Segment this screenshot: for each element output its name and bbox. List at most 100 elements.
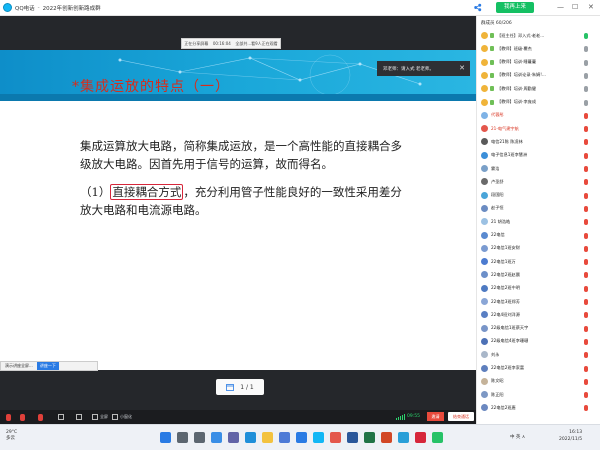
- slide-title: *集成运放的特点（一）: [72, 79, 230, 95]
- photos-icon[interactable]: [398, 432, 409, 443]
- page-indicator[interactable]: 1 / 1: [216, 379, 264, 395]
- share-window-chip[interactable]: 演示讲座全屏... 讲座一下: [0, 361, 98, 371]
- small-window-button[interactable]: 小窗化: [112, 412, 132, 422]
- task-view-icon[interactable]: [194, 432, 205, 443]
- member-name: 【班主任】邓入式·老老...: [497, 32, 545, 38]
- member-row[interactable]: 21 胡浩皓: [477, 215, 600, 228]
- member-row[interactable]: 卢圣舒: [477, 175, 600, 188]
- wechat-icon[interactable]: [432, 432, 443, 443]
- title-separator: -: [37, 4, 40, 11]
- share-label: 正在分享屏幕: [184, 40, 209, 46]
- taskbar-clock[interactable]: 16:13 2022/11/5: [559, 429, 582, 443]
- mic-toggle[interactable]: [6, 412, 11, 422]
- member-mic-icon: [584, 192, 588, 199]
- member-row[interactable]: 【班主任】邓入式·老老...: [477, 29, 600, 42]
- file-explorer-icon[interactable]: [262, 432, 273, 443]
- member-mic-icon: [584, 232, 588, 239]
- maximize-button[interactable]: ☐: [572, 2, 578, 13]
- member-row[interactable]: 赵子恒: [477, 202, 600, 215]
- member-mic-icon: [584, 152, 588, 159]
- member-row[interactable]: 陈正阳: [477, 388, 600, 401]
- fullscreen-button[interactable]: 全屏: [92, 412, 108, 422]
- fullscreen-label: 全屏: [100, 414, 108, 419]
- member-name: 代蓉彤: [491, 112, 504, 118]
- teams-icon[interactable]: [228, 432, 239, 443]
- clock-time: 16:13: [569, 430, 583, 435]
- notification-close-icon[interactable]: ✕: [459, 64, 465, 72]
- member-row[interactable]: 段国阳: [477, 189, 600, 202]
- close-button[interactable]: ✕: [588, 2, 594, 13]
- acrobat-icon[interactable]: [415, 432, 426, 443]
- system-tray[interactable]: 中 英 ∧: [510, 434, 525, 440]
- windows-start-icon[interactable]: [160, 432, 171, 443]
- member-row[interactable]: 22电信2班中明: [477, 282, 600, 295]
- member-mic-icon: [584, 126, 588, 133]
- chat-notification[interactable]: 邓老师：请入式 老老师。 ✕: [377, 61, 470, 76]
- share-screen-button[interactable]: [58, 412, 64, 422]
- member-avatar: [481, 311, 488, 319]
- member-row[interactable]: 22电信: [477, 229, 600, 242]
- member-row[interactable]: 【教师】培训·睡蔓蔓: [477, 56, 600, 69]
- member-mic-icon: [584, 59, 588, 66]
- member-name: 段国阳: [491, 192, 504, 198]
- member-row[interactable]: 【教师】培训论录·朱娟!...: [477, 69, 600, 82]
- member-row[interactable]: 22电4班刘洋源: [477, 308, 600, 321]
- member-row[interactable]: 21-电气建宇航: [477, 122, 600, 135]
- share-status[interactable]: 全部共...看9人正在观看: [235, 41, 277, 47]
- member-mic-icon: [584, 46, 588, 53]
- member-avatar: [481, 138, 488, 146]
- member-name: 电子信息1班李慧洲: [491, 152, 528, 158]
- member-row[interactable]: 22电信1班安财: [477, 242, 600, 255]
- store-icon[interactable]: [279, 432, 290, 443]
- share-icon[interactable]: [473, 3, 482, 12]
- word-icon[interactable]: [347, 432, 358, 443]
- minimize-button[interactable]: —: [557, 2, 564, 13]
- mic-muted-icon: [6, 413, 11, 421]
- member-mic-icon: [584, 272, 588, 279]
- speaker-button[interactable]: [38, 412, 43, 422]
- member-avatar: [481, 404, 488, 412]
- role-badge-icon: [490, 46, 494, 52]
- member-mic-icon: [584, 72, 588, 79]
- share-window-current[interactable]: 讲座一下: [36, 362, 59, 370]
- member-row[interactable]: 22级电信4班李珊珊: [477, 335, 600, 348]
- invite-button[interactable]: 邀请: [427, 412, 444, 421]
- search-icon[interactable]: [177, 432, 188, 443]
- qq-icon[interactable]: [313, 432, 324, 443]
- member-row[interactable]: 陈文昭: [477, 375, 600, 388]
- qq-logo-icon: [3, 3, 12, 12]
- member-row[interactable]: 【教师】培训·李庞成: [477, 96, 600, 109]
- member-row[interactable]: 22电信2班李家富: [477, 362, 600, 375]
- member-row[interactable]: 22电信2班唐: [477, 401, 600, 414]
- member-row[interactable]: 刘永: [477, 348, 600, 361]
- more-tools-button[interactable]: [76, 412, 82, 422]
- powerpoint-icon[interactable]: [381, 432, 392, 443]
- widgets-icon[interactable]: [211, 432, 222, 443]
- member-mic-icon: [584, 259, 588, 266]
- member-row[interactable]: 22级电信1班蔡天宇: [477, 322, 600, 335]
- member-mic-icon: [584, 99, 588, 106]
- member-row[interactable]: 【教师】班级·覆杰: [477, 42, 600, 55]
- notification-text: 邓老师：请入式 老老师。: [383, 66, 434, 72]
- edge-icon[interactable]: [245, 432, 256, 443]
- member-name: 【教师】培训·睡蔓蔓: [497, 59, 537, 65]
- member-mic-icon: [584, 86, 588, 93]
- member-row[interactable]: 电信21陈 陈凌林: [477, 135, 600, 148]
- end-call-button[interactable]: 结束通话: [448, 412, 474, 421]
- member-row[interactable]: 【教师】培训·周勤健: [477, 82, 600, 95]
- weather-widget[interactable]: 29°C 多云: [6, 430, 17, 442]
- excel-icon[interactable]: [364, 432, 375, 443]
- member-name: 22电信1班万: [491, 258, 516, 264]
- member-row[interactable]: 代蓉彤: [477, 109, 600, 122]
- member-row[interactable]: 雾浩: [477, 162, 600, 175]
- go-on-stage-button[interactable]: 我再上来: [496, 2, 535, 13]
- member-row[interactable]: 电子信息1班李慧洲: [477, 149, 600, 162]
- mail-icon[interactable]: [296, 432, 307, 443]
- member-avatar: [481, 191, 488, 199]
- member-row[interactable]: 22电信3班郑芳: [477, 295, 600, 308]
- camera-toggle[interactable]: [20, 412, 25, 422]
- member-row[interactable]: 22电信1班万: [477, 255, 600, 268]
- chrome-icon[interactable]: [330, 432, 341, 443]
- slides-icon[interactable]: [226, 383, 235, 391]
- member-row[interactable]: 22电信2班赵晨: [477, 268, 600, 281]
